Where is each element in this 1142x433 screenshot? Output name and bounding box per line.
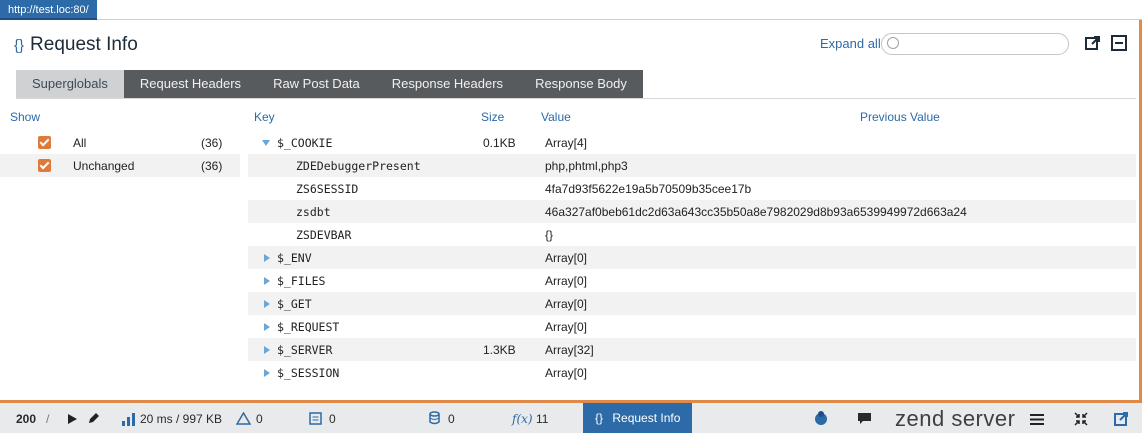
- row-value: php,phtml,php3: [545, 159, 628, 173]
- tab-response-body[interactable]: Response Body: [519, 70, 643, 98]
- table-row[interactable]: $_ENV Array[0]: [248, 246, 1136, 269]
- panel-header: {} Request Info Expand all: [0, 20, 1139, 66]
- show-filter-count: (36): [201, 159, 223, 173]
- collapsed-arrow-icon[interactable]: [264, 369, 270, 377]
- tab-divider: [16, 98, 1136, 99]
- row-value: Array[0]: [545, 366, 588, 380]
- page-title: {} Request Info: [14, 34, 138, 56]
- row-value: Array[0]: [545, 297, 588, 311]
- warning-icon: [236, 412, 251, 425]
- column-key: Key: [254, 110, 275, 124]
- table-row[interactable]: zsdbt 46a327af0beb61dc2d63a643cc35b50a8e…: [248, 200, 1136, 223]
- row-key: $_COOKIE: [277, 136, 333, 150]
- table-row[interactable]: ZDEDebuggerPresent php,phtml,php3: [248, 154, 1136, 177]
- timing-chart-icon: [122, 413, 135, 426]
- request-info-label: Request Info: [612, 411, 681, 425]
- row-value: Array[0]: [545, 320, 588, 334]
- table-row[interactable]: $_REQUEST Array[0]: [248, 315, 1136, 338]
- column-value: Value: [541, 110, 571, 124]
- row-size: 1.3KB: [483, 343, 516, 357]
- zend-devbar: 200 / 20 ms / 997 KB 0 0 0 f(x) 11 {} Re…: [0, 400, 1142, 433]
- expand-all-link[interactable]: Expand all: [820, 36, 881, 51]
- show-filter-count: (36): [201, 136, 223, 150]
- collapse-icon[interactable]: [1110, 34, 1128, 52]
- chat-icon[interactable]: [857, 412, 872, 425]
- pencil-icon[interactable]: [86, 412, 100, 426]
- logs-count[interactable]: 0: [329, 412, 336, 426]
- url-bar: http://test.loc:80/: [0, 0, 1142, 20]
- log-icon: [309, 412, 322, 425]
- tab-bar: Superglobals Request Headers Raw Post Da…: [16, 70, 643, 98]
- page-title-text: Request Info: [30, 34, 138, 55]
- row-key: $_SESSION: [277, 366, 340, 380]
- table-row[interactable]: ZSDEVBAR {}: [248, 223, 1136, 246]
- table-row[interactable]: $_SERVER 1.3KB Array[32]: [248, 338, 1136, 361]
- show-filter-label: Unchanged: [73, 159, 135, 173]
- row-key: ZS6SESSID: [296, 182, 359, 196]
- row-key: ZSDEVBAR: [296, 228, 352, 242]
- row-value: Array[0]: [545, 274, 588, 288]
- table-row[interactable]: $_SESSION Array[0]: [248, 361, 1136, 384]
- functions-icon: f(x): [512, 412, 533, 426]
- tab-raw-post-data[interactable]: Raw Post Data: [257, 70, 376, 98]
- column-size: Size: [481, 110, 505, 124]
- row-key: $_GET: [277, 297, 312, 311]
- collapsed-arrow-icon[interactable]: [264, 346, 270, 354]
- expanded-arrow-icon[interactable]: [262, 140, 270, 146]
- export-icon[interactable]: [1084, 34, 1102, 52]
- row-size: 0.1KB: [483, 136, 516, 150]
- row-value: Array[4]: [545, 136, 588, 150]
- row-value: 4fa7d93f5622e19a5b70509b35cee17b: [545, 182, 752, 196]
- play-icon[interactable]: [66, 413, 78, 425]
- zend-server-logo: zend server: [895, 406, 1016, 431]
- tab-superglobals[interactable]: Superglobals: [16, 70, 124, 98]
- status-separator: /: [46, 412, 50, 426]
- collapsed-arrow-icon[interactable]: [264, 254, 270, 262]
- row-value: 46a327af0beb61dc2d63a643cc35b50a8e798202…: [545, 205, 967, 219]
- row-key: $_REQUEST: [277, 320, 340, 334]
- table-row[interactable]: $_FILES Array[0]: [248, 269, 1136, 292]
- search-box[interactable]: [881, 33, 1069, 55]
- timing-label[interactable]: 20 ms / 997 KB: [140, 412, 222, 426]
- search-icon: [887, 37, 899, 49]
- row-value: {}: [545, 228, 554, 242]
- functions-count[interactable]: 11: [536, 412, 548, 426]
- tab-response-headers[interactable]: Response Headers: [375, 70, 520, 98]
- row-key: zsdbt: [296, 205, 331, 219]
- warnings-count[interactable]: 0: [256, 412, 263, 426]
- menu-icon[interactable]: [1030, 414, 1044, 425]
- minimize-icon[interactable]: [1074, 412, 1088, 426]
- row-key: $_SERVER: [277, 343, 333, 357]
- tab-request-headers[interactable]: Request Headers: [123, 70, 258, 98]
- show-filter-label: All: [73, 136, 87, 150]
- database-icon: [429, 411, 440, 425]
- row-key: ZDEDebuggerPresent: [296, 159, 421, 173]
- table-row[interactable]: ZS6SESSID 4fa7d93f5622e19a5b70509b35cee1…: [248, 177, 1136, 200]
- checkbox-checked-icon[interactable]: [38, 136, 51, 149]
- table-row[interactable]: $_GET Array[0]: [248, 292, 1136, 315]
- braces-icon: {}: [14, 37, 25, 54]
- row-value: Array[32]: [545, 343, 594, 357]
- collapsed-arrow-icon[interactable]: [264, 300, 270, 308]
- url-tab[interactable]: http://test.loc:80/: [0, 0, 97, 20]
- bug-icon[interactable]: [813, 410, 829, 426]
- checkbox-checked-icon[interactable]: [38, 159, 51, 172]
- table-row[interactable]: $_COOKIE 0.1KB Array[4]: [248, 131, 1136, 154]
- show-filter-all[interactable]: All (36): [0, 131, 240, 154]
- show-filter-unchanged[interactable]: Unchanged (36): [0, 154, 240, 177]
- row-key: $_FILES: [277, 274, 326, 288]
- row-value: Array[0]: [545, 251, 588, 265]
- request-info-tab[interactable]: {} Request Info: [583, 403, 693, 433]
- popout-icon[interactable]: [1114, 411, 1129, 426]
- queries-count[interactable]: 0: [448, 412, 455, 426]
- column-previous-value: Previous Value: [860, 110, 940, 124]
- braces-icon: {}: [595, 411, 604, 425]
- collapsed-arrow-icon[interactable]: [264, 277, 270, 285]
- row-key: $_ENV: [277, 251, 312, 265]
- collapsed-arrow-icon[interactable]: [264, 323, 270, 331]
- status-code: 200: [16, 412, 37, 426]
- column-show: Show: [10, 110, 41, 124]
- request-info-panel: {} Request Info Expand all Superglobals R…: [0, 20, 1142, 400]
- search-input[interactable]: [904, 36, 1064, 52]
